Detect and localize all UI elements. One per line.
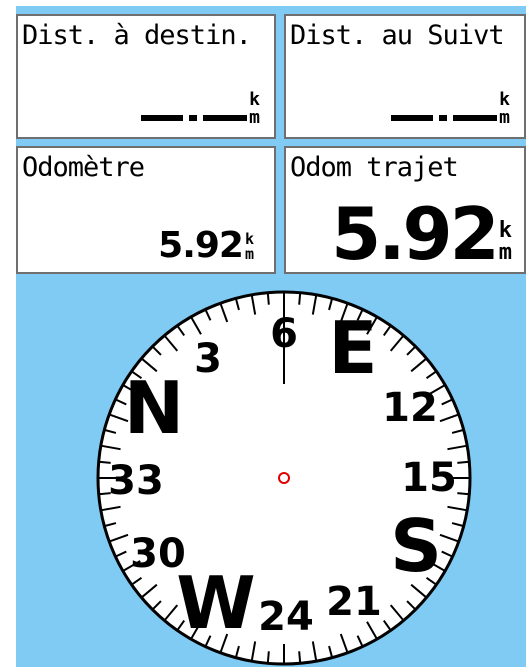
compass-tick — [457, 492, 470, 496]
cardinal-s: S — [390, 504, 442, 588]
heading-3: 3 — [194, 336, 222, 382]
compass-tick — [457, 460, 470, 464]
odometer-value: 5.92 — [158, 225, 244, 266]
field-value: km — [141, 91, 260, 127]
compass-tick — [298, 651, 302, 664]
field-label: Odom trajet — [290, 152, 459, 183]
compass-tick — [298, 292, 302, 305]
field-value: 5.92 km — [331, 198, 512, 270]
heading-24: 24 — [258, 594, 314, 640]
data-field-trip-odometer[interactable]: Odom trajet 5.92 km — [284, 146, 526, 274]
cardinal-e: E — [328, 306, 377, 390]
heading-15: 15 — [401, 455, 457, 501]
compass-tick — [266, 651, 270, 664]
unit-km: km — [244, 230, 254, 263]
field-value: 5.92 km — [158, 228, 254, 264]
compass-tick — [266, 292, 270, 305]
field-label: Odomètre — [22, 152, 145, 183]
data-field-distance-to-next[interactable]: Dist. au Suivt km — [284, 14, 526, 139]
gps-trip-computer-screen: Dist. à destin. km Dist. au Suivt km Odo… — [16, 6, 526, 667]
empty-value-dashes — [141, 115, 248, 121]
heading-21: 21 — [326, 579, 382, 625]
data-field-distance-to-destination[interactable]: Dist. à destin. km — [16, 14, 276, 139]
empty-value-dashes — [391, 115, 498, 121]
heading-33: 33 — [108, 458, 164, 504]
field-label: Dist. au Suivt — [290, 20, 505, 51]
cardinal-n: N — [124, 366, 184, 450]
cardinal-w: W — [176, 561, 255, 645]
unit-km: km — [499, 89, 510, 128]
unit-km: km — [249, 89, 260, 128]
data-field-odometer[interactable]: Odomètre 5.92 km — [16, 146, 276, 274]
unit-km: km — [498, 218, 512, 265]
field-label: Dist. à destin. — [22, 20, 252, 51]
field-value: km — [391, 91, 510, 127]
heading-30: 30 — [130, 531, 186, 577]
trip-odometer-value: 5.92 — [331, 192, 500, 276]
heading-12: 12 — [382, 385, 438, 431]
heading-6: 6 — [270, 311, 298, 357]
compass-dial: N E S W 3 6 12 15 21 24 30 33 — [96, 290, 472, 666]
